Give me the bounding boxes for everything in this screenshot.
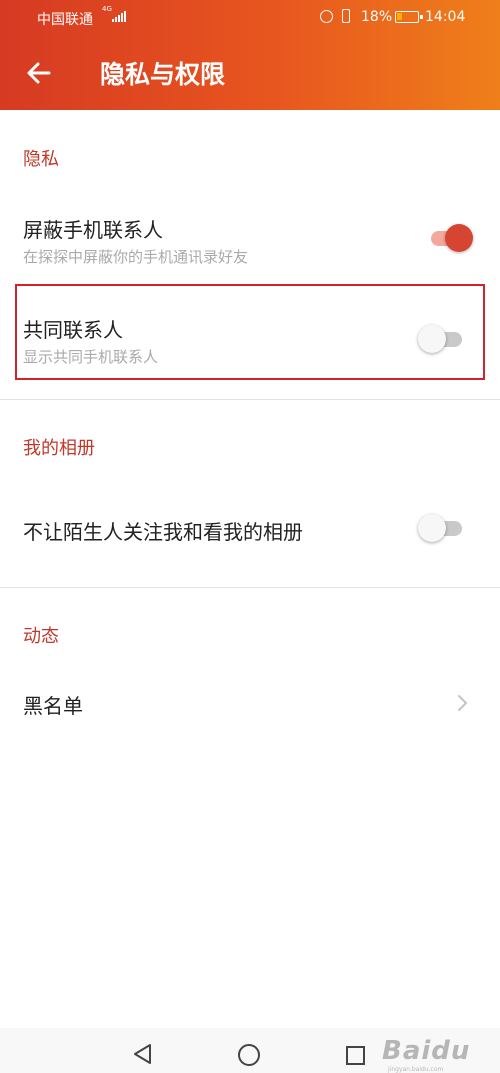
section-divider	[0, 399, 500, 400]
section-divider	[0, 587, 500, 588]
nav-back-icon[interactable]	[132, 1043, 154, 1065]
setting-subtitle: 显示共同手机联系人	[23, 348, 159, 366]
setting-title: 黑名单	[23, 694, 83, 718]
mutual-contacts-toggle[interactable]	[418, 325, 466, 353]
section-label-moments: 动态	[23, 626, 59, 647]
setting-title: 不让陌生人关注我和看我的相册	[23, 520, 303, 544]
network-type: 4G	[102, 5, 112, 13]
vibrate-icon	[342, 9, 350, 23]
page-title: 隐私与权限	[100, 60, 226, 89]
battery-icon	[395, 11, 423, 23]
setting-title: 共同联系人	[23, 318, 123, 342]
back-button[interactable]	[22, 56, 56, 90]
battery-percent: 18%	[361, 9, 393, 25]
nav-home-icon[interactable]	[238, 1044, 260, 1066]
nav-recent-icon[interactable]	[346, 1046, 365, 1065]
system-nav-bar: Baidu jingyan.baidu.com	[0, 1028, 500, 1073]
block-contacts-toggle[interactable]	[427, 224, 473, 252]
alarm-icon	[320, 10, 333, 23]
setting-subtitle: 在探探中屏蔽你的手机通讯录好友	[23, 248, 249, 266]
section-label-album: 我的相册	[23, 438, 95, 459]
watermark-url: jingyan.baidu.com	[388, 1066, 444, 1073]
section-label-privacy: 隐私	[23, 149, 59, 170]
signal-icon	[112, 11, 126, 22]
status-bar: 中国联通 4G 18% 14:04	[0, 0, 500, 34]
setting-title: 屏蔽手机联系人	[23, 218, 163, 242]
status-time: 14:04	[425, 9, 466, 25]
carrier-name: 中国联通	[37, 12, 93, 28]
stranger-album-toggle[interactable]	[418, 514, 466, 542]
chevron-right-icon	[458, 695, 467, 711]
watermark-logo: Baidu	[382, 1036, 471, 1066]
app-header: 中国联通 4G 18% 14:04 隐私与权限	[0, 0, 500, 110]
arrow-left-icon	[27, 62, 51, 84]
